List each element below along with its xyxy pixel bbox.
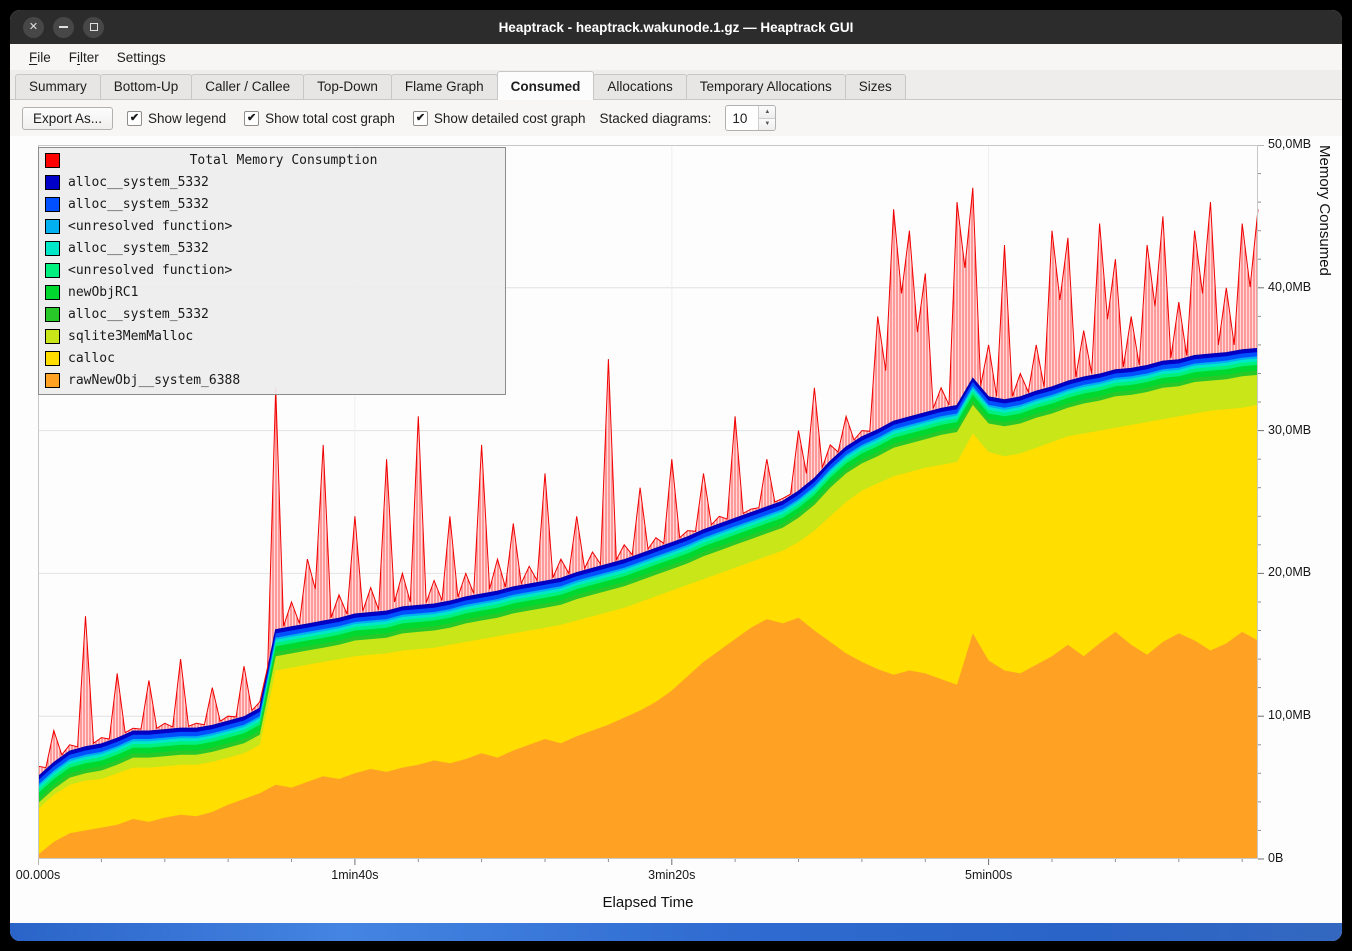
legend-label: calloc	[68, 351, 115, 366]
tab-consumed[interactable]: Consumed	[497, 71, 595, 100]
legend-item: rawNewObj__system_6388	[39, 369, 505, 391]
stacked-diagrams-spinbox[interactable]: 10 ▲ ▼	[725, 105, 776, 131]
desktop-background: ✕ Heaptrack - heaptrack.wakunode.1.gz — …	[0, 0, 1352, 951]
legend-label: <unresolved function>	[68, 263, 232, 278]
menu-settings[interactable]: Settings	[108, 48, 175, 67]
checkbox-label: Show total cost graph	[265, 111, 395, 126]
y-tick-label: 50,0MB	[1268, 137, 1311, 151]
legend-label: alloc__system_5332	[68, 175, 209, 190]
tab-top-down[interactable]: Top-Down	[303, 74, 392, 99]
y-tick-label: 10,0MB	[1268, 708, 1311, 722]
legend-swatch	[45, 307, 60, 322]
minimize-icon	[59, 26, 68, 28]
x-axis-title: Elapsed Time	[38, 894, 1258, 911]
legend-label: rawNewObj__system_6388	[68, 373, 240, 388]
checkbox-icon: ✔	[413, 111, 428, 126]
chart-area: Total Memory Consumption alloc__system_53…	[10, 136, 1342, 923]
legend-label: alloc__system_5332	[68, 241, 209, 256]
legend-swatch	[45, 285, 60, 300]
title-bar[interactable]: ✕ Heaptrack - heaptrack.wakunode.1.gz — …	[10, 10, 1342, 44]
y-tick-label: 0B	[1268, 851, 1283, 865]
legend-label: alloc__system_5332	[68, 197, 209, 212]
app-window: ✕ Heaptrack - heaptrack.wakunode.1.gz — …	[10, 10, 1342, 941]
legend-swatch	[45, 153, 60, 168]
close-button[interactable]: ✕	[23, 17, 44, 38]
checkbox-icon: ✔	[244, 111, 259, 126]
checkbox-show-legend[interactable]: ✔ Show legend	[127, 111, 226, 126]
toolbar: Export As... ✔ Show legend ✔ Show total cos…	[10, 100, 1342, 136]
checkbox-icon: ✔	[127, 111, 142, 126]
y-tick-label: 20,0MB	[1268, 565, 1311, 579]
tab-flame-graph[interactable]: Flame Graph	[391, 74, 498, 99]
legend-label: sqlite3MemMalloc	[68, 329, 193, 344]
y-tick-label: 30,0MB	[1268, 423, 1311, 437]
maximize-icon	[90, 23, 98, 31]
spinbox-value: 10	[726, 106, 758, 130]
legend-swatch	[45, 197, 60, 212]
legend-swatch	[45, 219, 60, 234]
legend-swatch	[45, 373, 60, 388]
x-tick-label: 1min40s	[331, 868, 378, 882]
x-tick-label: 3min20s	[648, 868, 695, 882]
window-controls: ✕	[23, 10, 104, 44]
legend-item: alloc__system_5332	[39, 237, 505, 259]
chart-legend: Total Memory Consumption alloc__system_53…	[38, 147, 506, 395]
legend-title-row: Total Memory Consumption	[39, 149, 505, 171]
tab-bar: SummaryBottom-UpCaller / CalleeTop-DownF…	[10, 70, 1342, 100]
menu-bar: FileFilterSettings	[10, 44, 1342, 70]
export-as-button[interactable]: Export As...	[22, 107, 113, 130]
tab-bottom-up[interactable]: Bottom-Up	[100, 74, 193, 99]
legend-item: newObjRC1	[39, 281, 505, 303]
desktop-strip	[10, 923, 1342, 941]
legend-swatch	[45, 175, 60, 190]
legend-label: newObjRC1	[68, 285, 138, 300]
toolbar-checkboxes: ✔ Show legend ✔ Show total cost graph ✔ Show …	[127, 111, 586, 126]
window-title: Heaptrack - heaptrack.wakunode.1.gz — He…	[499, 20, 854, 35]
x-tick-label: 5min00s	[965, 868, 1012, 882]
tab-sizes[interactable]: Sizes	[845, 74, 906, 99]
legend-swatch	[45, 263, 60, 278]
tab-caller-callee[interactable]: Caller / Callee	[191, 74, 304, 99]
legend-swatch	[45, 241, 60, 256]
legend-title: Total Memory Consumption	[68, 153, 499, 168]
legend-item: alloc__system_5332	[39, 193, 505, 215]
maximize-button[interactable]	[83, 17, 104, 38]
checkbox-label: Show detailed cost graph	[434, 111, 586, 126]
menu-filter[interactable]: Filter	[60, 48, 108, 67]
legend-swatch	[45, 329, 60, 344]
menu-file[interactable]: File	[20, 48, 60, 67]
tab-allocations[interactable]: Allocations	[593, 74, 686, 99]
checkbox-label: Show legend	[148, 111, 226, 126]
tab-temporary-allocations[interactable]: Temporary Allocations	[686, 74, 846, 99]
legend-item: alloc__system_5332	[39, 171, 505, 193]
legend-item: sqlite3MemMalloc	[39, 325, 505, 347]
spinbox-up-button[interactable]: ▲	[759, 106, 775, 118]
legend-swatch	[45, 351, 60, 366]
legend-item: calloc	[39, 347, 505, 369]
checkbox-show-detailed-cost-graph[interactable]: ✔ Show detailed cost graph	[413, 111, 586, 126]
y-tick-label: 40,0MB	[1268, 280, 1311, 294]
x-tick-label: 00.000s	[16, 868, 60, 882]
tab-summary[interactable]: Summary	[15, 74, 101, 99]
legend-item: alloc__system_5332	[39, 303, 505, 325]
spinbox-down-button[interactable]: ▼	[759, 118, 775, 131]
legend-label: alloc__system_5332	[68, 307, 209, 322]
stacked-diagrams-label: Stacked diagrams:	[600, 111, 712, 126]
checkbox-show-total-cost-graph[interactable]: ✔ Show total cost graph	[244, 111, 395, 126]
legend-label: <unresolved function>	[68, 219, 232, 234]
y-axis-title: Memory Consumed	[1316, 145, 1333, 859]
spinbox-buttons: ▲ ▼	[758, 106, 775, 130]
close-icon: ✕	[29, 22, 38, 33]
minimize-button[interactable]	[53, 17, 74, 38]
legend-item: <unresolved function>	[39, 215, 505, 237]
legend-item: <unresolved function>	[39, 259, 505, 281]
